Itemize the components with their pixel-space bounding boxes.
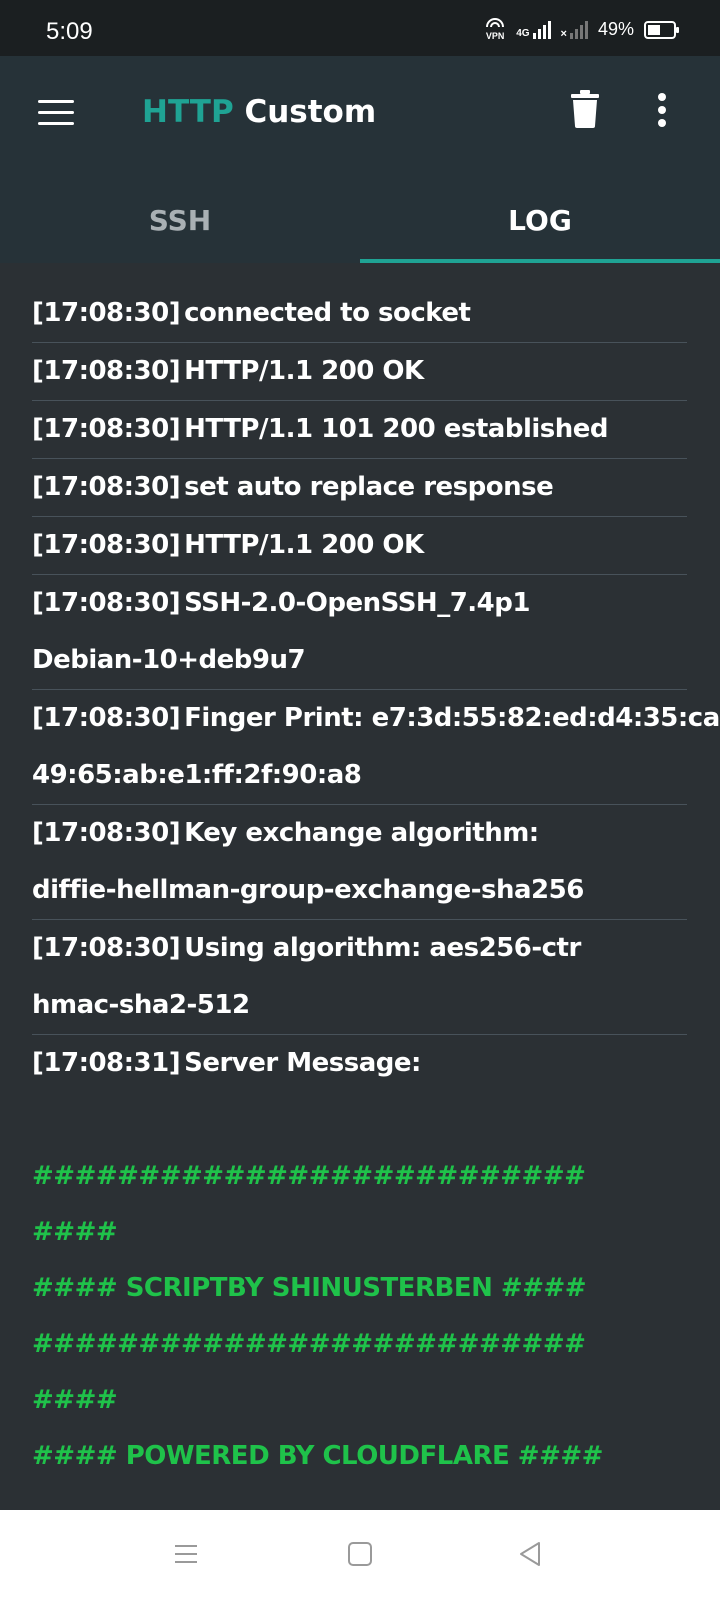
log-timestamp: [17:08:30] — [32, 298, 181, 328]
log-text: Finger Print: e7:3d:55:82:ed:d4:35:ca: — [184, 703, 720, 733]
tab-log[interactable]: LOG — [360, 178, 720, 263]
server-message-block: ########################## #### #### SCR… — [32, 1092, 687, 1484]
log-timestamp: [17:08:30] — [32, 818, 181, 848]
server-message-line: #### — [32, 1385, 118, 1415]
tab-bar: SSH LOG — [0, 178, 720, 263]
more-vert-icon[interactable] — [655, 92, 669, 132]
app-title-custom: Custom — [244, 94, 377, 130]
tab-ssh[interactable]: SSH — [0, 178, 360, 263]
log-timestamp: [17:08:30] — [32, 356, 181, 386]
battery-percent: 49% — [597, 19, 634, 39]
app-title-http: HTTP — [142, 94, 234, 130]
server-message-line: ########################## — [32, 1161, 586, 1191]
log-timestamp: [17:08:30] — [32, 472, 181, 502]
log-text-continuation: hmac-sha2-512 — [32, 990, 250, 1020]
log-timestamp: [17:08:30] — [32, 703, 181, 733]
log-entry: [17:08:30] Finger Print: e7:3d:55:82:ed:d… — [32, 690, 720, 805]
log-text: Server Message: — [184, 1048, 421, 1078]
log-text: HTTP/1.1 200 OK — [184, 530, 424, 560]
hamburger-menu-icon[interactable] — [36, 96, 76, 128]
log-text: SSH-2.0-OpenSSH_7.4p1 — [184, 588, 530, 618]
log-text: HTTP/1.1 101 200 established — [184, 414, 608, 444]
log-entry: [17:08:30] SSH-2.0-OpenSSH_7.4p1 Debian-1… — [32, 575, 687, 690]
server-message-line: #### SCRIPTBY SHINUSTERBEN #### — [32, 1273, 587, 1303]
log-timestamp: [17:08:30] — [32, 530, 181, 560]
battery-icon — [644, 20, 679, 39]
log-entry-server-message: [17:08:31] Server Message: ##############… — [32, 1035, 687, 1484]
status-bar: 5:09 VPN 4G × 49% — [0, 0, 720, 56]
log-entry: [17:08:30] set auto replace response — [32, 459, 687, 517]
log-text: connected to socket — [184, 298, 471, 328]
server-message-line: #### — [32, 1217, 118, 1247]
log-text: set auto replace response — [184, 472, 554, 502]
log-entry: [17:08:30] HTTP/1.1 200 OK — [32, 343, 687, 401]
app-bar: HTTP Custom — [0, 56, 720, 178]
recents-icon[interactable] — [172, 1540, 200, 1572]
log-entry: [17:08:30] connected to socket — [32, 285, 687, 343]
trash-icon[interactable] — [570, 90, 600, 132]
system-nav-bar — [0, 1510, 720, 1600]
log-text: Using algorithm: aes256-ctr — [184, 933, 581, 963]
log-text: HTTP/1.1 200 OK — [184, 356, 424, 386]
log-entry: [17:08:30] HTTP/1.1 200 OK — [32, 517, 687, 575]
log-timestamp: [17:08:31] — [32, 1048, 181, 1078]
status-time: 5:09 — [46, 18, 93, 45]
log-timestamp: [17:08:30] — [32, 414, 181, 444]
server-message-line: ########################## — [32, 1329, 586, 1359]
log-text: Key exchange algorithm: — [184, 818, 539, 848]
status-icons: VPN 4G × 49% — [484, 18, 679, 41]
log-text-continuation: 49:65:ab:e1:ff:2f:90:a8 — [32, 760, 362, 790]
server-message-line — [32, 1092, 687, 1148]
log-timestamp: [17:08:30] — [32, 933, 181, 963]
log-entry: [17:08:30] Key exchange algorithm: diffie… — [32, 805, 687, 920]
log-timestamp: [17:08:30] — [32, 588, 181, 618]
log-entry: [17:08:30] Using algorithm: aes256-ctr hm… — [32, 920, 687, 1035]
back-icon[interactable] — [516, 1540, 544, 1572]
log-text-continuation: Debian-10+deb9u7 — [32, 645, 306, 675]
log-text-continuation: diffie-hellman-group-exchange-sha256 — [32, 875, 584, 905]
vpn-icon: VPN — [484, 18, 506, 41]
log-entry: [17:08:30] HTTP/1.1 101 200 established — [32, 401, 687, 459]
app-title: HTTP Custom — [142, 94, 376, 130]
log-panel[interactable]: [17:08:30] connected to socket [17:08:30]… — [0, 263, 720, 1510]
server-message-line: #### POWERED BY CLOUDFLARE #### — [32, 1441, 603, 1471]
log-list: [17:08:30] connected to socket [17:08:30]… — [32, 285, 720, 1484]
signal-4g-icon: 4G — [516, 20, 551, 39]
home-icon[interactable] — [346, 1540, 374, 1572]
signal-no-service-icon: × — [561, 20, 588, 39]
